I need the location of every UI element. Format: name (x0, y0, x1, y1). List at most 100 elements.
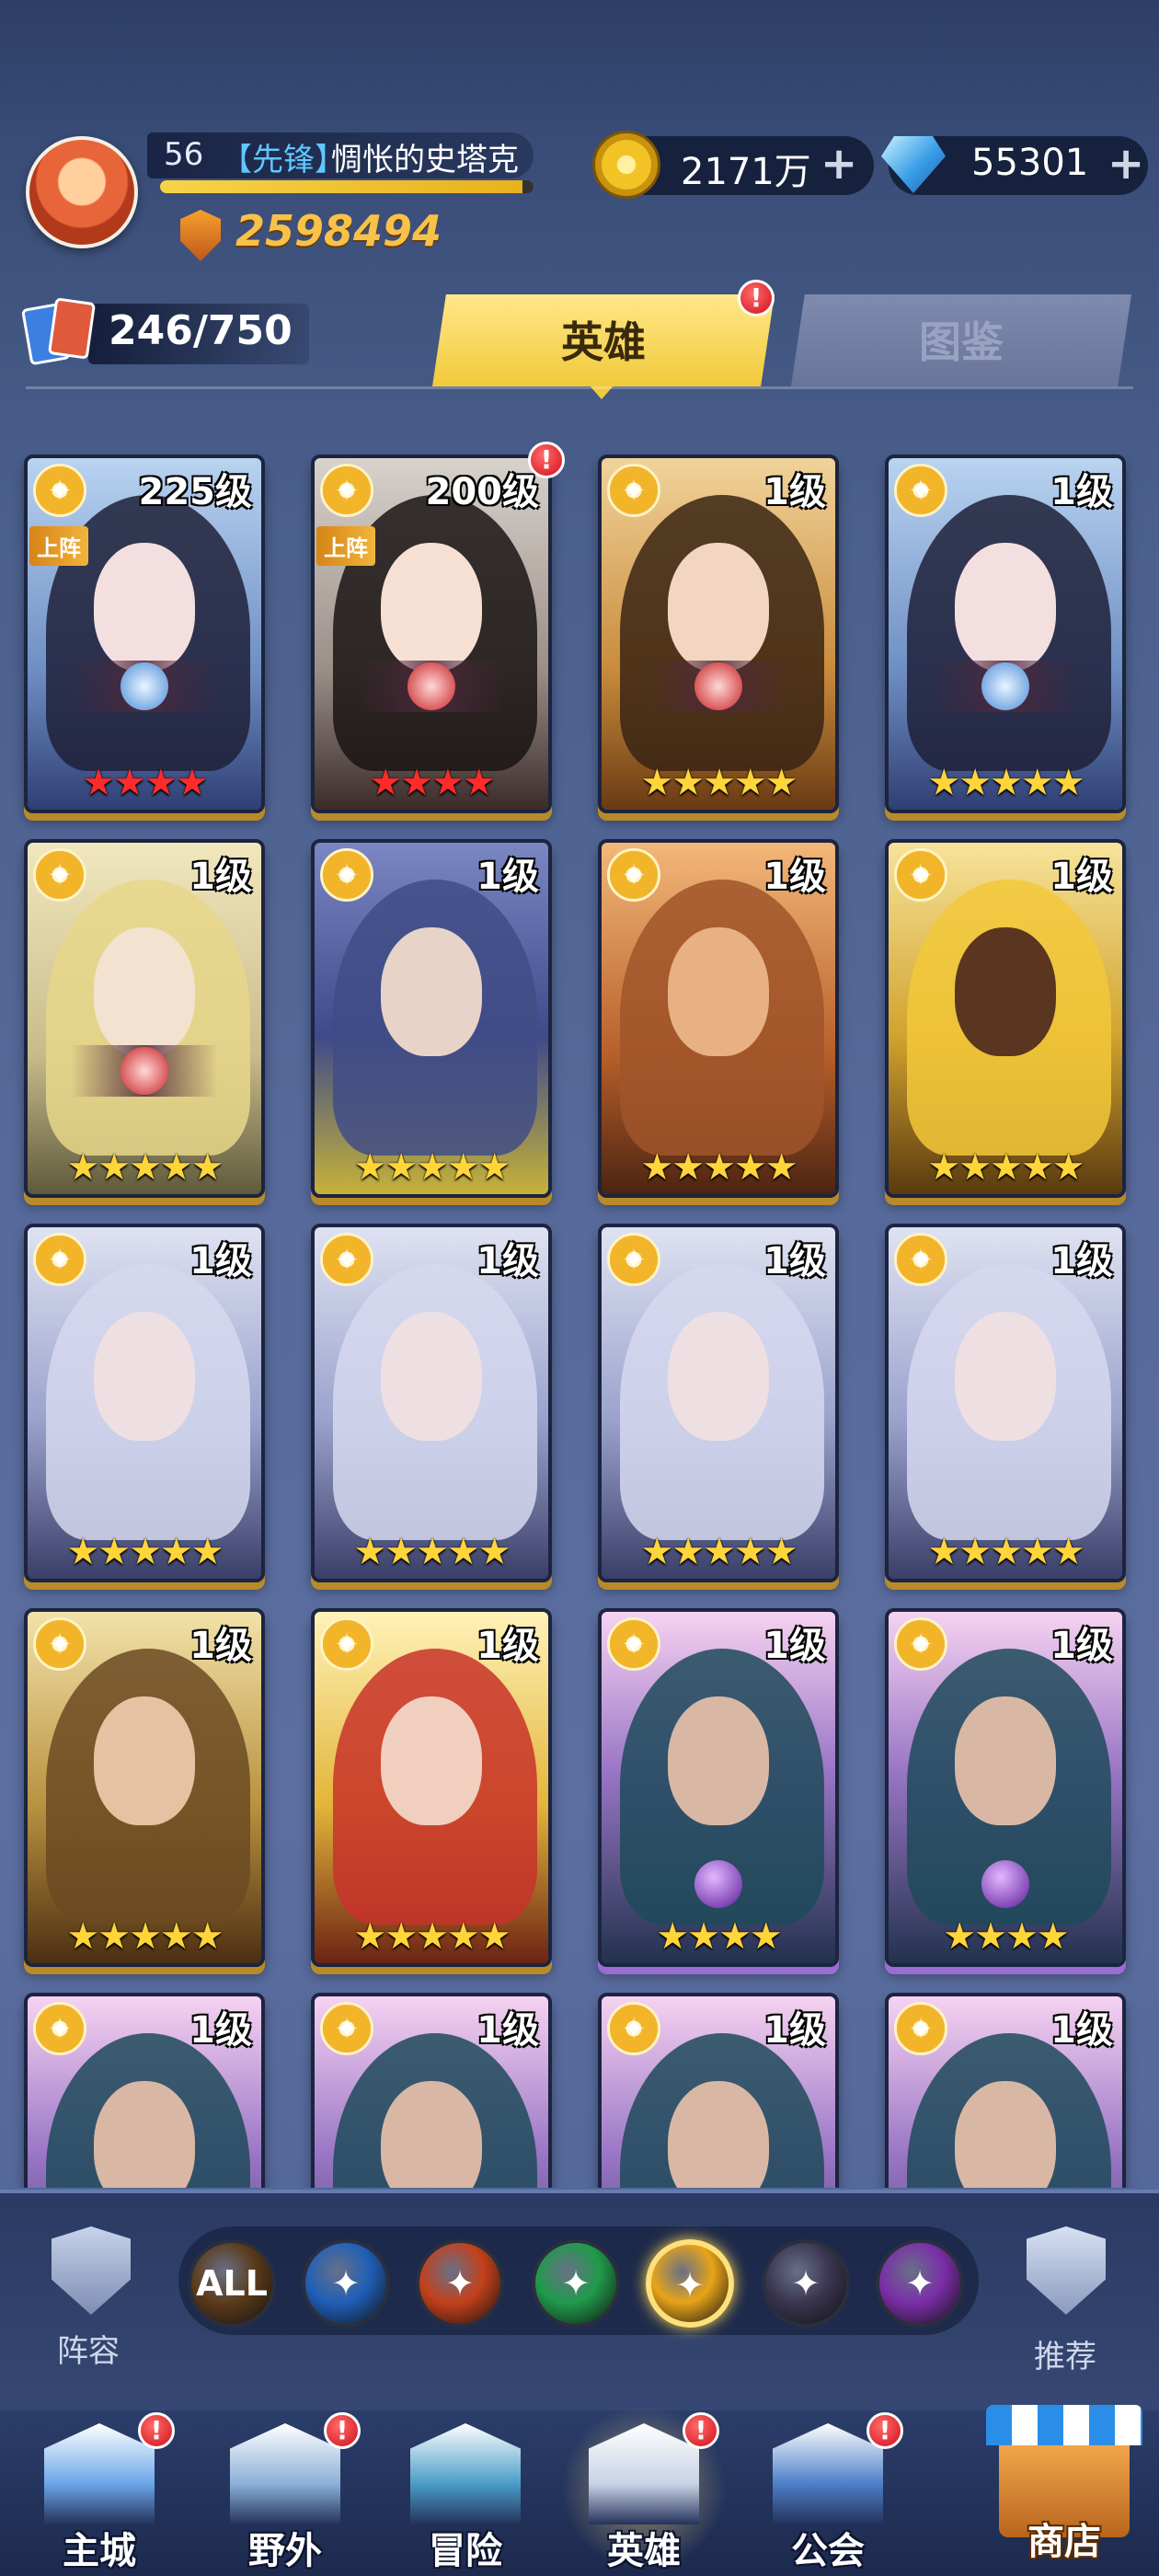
hero-card[interactable]: 1级★★★★ (885, 1993, 1126, 2188)
hero-card[interactable]: 1级 ★★★★ (885, 1608, 1126, 1967)
gold-amount: 2171万 (681, 151, 811, 193)
gem-amount: 55301 (971, 142, 1089, 184)
hero-level: 1级 (1050, 471, 1113, 513)
hero-stars: ★★★★ (943, 1915, 1069, 1958)
hero-stars: ★★★★★ (927, 1146, 1084, 1189)
hero-card[interactable]: 1级 ★★★★★ (598, 1224, 839, 1582)
hero-stars: ★★★★★ (66, 1915, 224, 1958)
shop-label: 商店 (1027, 2521, 1101, 2563)
combat-power-value: 2598494 (235, 206, 442, 256)
exp-fill (160, 180, 522, 193)
hero-count: 246/750 (109, 307, 293, 354)
hero-stars: ★★★★★ (927, 1531, 1084, 1573)
nav-hero-helmet[interactable]: 英雄! (552, 2405, 736, 2576)
nav-castle[interactable]: 主城! (7, 2405, 191, 2576)
lineup-label: 阵容 (57, 2333, 120, 2370)
hero-card[interactable]: 1级 ★★★★★ (885, 839, 1126, 1198)
hero-stars: ★★★★★ (927, 762, 1084, 804)
guild-banner-icon (773, 2423, 883, 2524)
light-element-icon (33, 2002, 86, 2055)
light-element-icon[interactable]: ✦ (646, 2239, 734, 2328)
hero-card[interactable]: 1级 ★★★★★ (24, 1608, 265, 1967)
hero-card[interactable]: 1级 ★★★★★ (311, 1608, 552, 1967)
hero-level: 1级 (763, 471, 826, 513)
hero-level: 1级 (763, 1240, 826, 1282)
hero-card[interactable]: 1级★★★★ (598, 1993, 839, 2188)
light-element-icon (894, 2002, 947, 2055)
hero-card[interactable]: 1级 ★★★★★ (24, 839, 265, 1198)
water-element-icon[interactable]: ✦ (302, 2239, 390, 2328)
lineup-shield-icon (52, 2226, 131, 2315)
wind-element-icon[interactable]: ✦ (532, 2239, 620, 2328)
recommend-button[interactable] (1016, 2226, 1117, 2328)
hero-level: 1级 (189, 1240, 252, 1282)
hero-level: 1级 (1050, 2009, 1113, 2052)
light-element-icon (607, 1617, 660, 1671)
fire-element-icon[interactable]: ✦ (416, 2239, 504, 2328)
add-gem-button[interactable]: + (1107, 142, 1144, 186)
hero-stars: ★★★★★ (353, 1146, 511, 1189)
light-element-icon (33, 848, 86, 902)
thumbs-up-icon (1027, 2226, 1106, 2315)
nav-wilderness[interactable]: 野外! (193, 2405, 377, 2576)
tab-codex-label: 图鉴 (919, 317, 1004, 367)
hero-stars: ★★★★ (82, 762, 208, 804)
hero-level: 1级 (189, 856, 252, 898)
hero-card[interactable]: 1级 ★★★★★ (885, 1224, 1126, 1582)
hero-card[interactable]: 1级 ★★★★★ (24, 1224, 265, 1582)
arcane-element-icon[interactable]: ✦ (876, 2239, 964, 2328)
hero-level: 1级 (763, 856, 826, 898)
add-gold-button[interactable]: + (820, 142, 857, 186)
hero-level: 1级 (476, 2009, 539, 2052)
hero-level: 1级 (763, 2009, 826, 2052)
tab-heroes-alert-badge: ! (738, 280, 775, 316)
hero-level: 1级 (1050, 1625, 1113, 1667)
hero-stars: ★★★★★ (640, 1531, 798, 1573)
hero-card[interactable]: 1级★★★★ (598, 1608, 839, 1967)
light-element-icon (894, 464, 947, 517)
deployed-tag: 上阵 (29, 526, 88, 566)
light-element-icon (894, 848, 947, 902)
hero-card[interactable]: 1级★★★★ (311, 1993, 552, 2188)
hero-level: 1级 (1050, 856, 1113, 898)
light-element-icon (607, 464, 660, 517)
hero-card[interactable]: 1级 ★★★★★ (598, 454, 839, 813)
light-element-icon (894, 1233, 947, 1286)
hero-card[interactable]: 200级上阵 ★★★★ (311, 454, 552, 813)
hero-card[interactable]: 1级 ★★★★★ (598, 839, 839, 1198)
hero-stars: ★★★★★ (66, 1146, 224, 1189)
hero-level: 1级 (476, 856, 539, 898)
light-element-icon (607, 848, 660, 902)
player-name: 惆怅的史塔克 (331, 142, 519, 178)
nav-alert-badge: ! (683, 2412, 719, 2449)
hero-level: 1级 (476, 1240, 539, 1282)
hero-card[interactable]: 1级★★★★ (24, 1993, 265, 2188)
hero-card[interactable]: 1级 ★★★★★ (885, 454, 1126, 813)
hero-level: 1级 (1050, 1240, 1113, 1282)
hero-stars: ★★★★★ (353, 1915, 511, 1958)
tab-heroes-label: 英雄 (561, 317, 646, 367)
hero-card[interactable]: 1级 ★★★★★ (311, 839, 552, 1198)
hero-stars: ★★★★ (369, 762, 495, 804)
hero-card[interactable]: 225级上阵 ★★★★ (24, 454, 265, 813)
nav-guild-banner[interactable]: 公会! (736, 2405, 920, 2576)
player-avatar[interactable] (26, 136, 138, 248)
nav-label: 主城 (63, 2530, 136, 2572)
dark-element-icon[interactable]: ✦ (762, 2239, 850, 2328)
nav-label: 英雄 (607, 2530, 681, 2572)
recommend-label: 推荐 (1034, 2339, 1096, 2375)
header-divider (26, 386, 1133, 389)
hero-alert-badge: ! (528, 442, 565, 478)
nav-alert-badge: ! (866, 2412, 903, 2449)
light-element-icon (607, 2002, 660, 2055)
lineup-button[interactable] (40, 2226, 142, 2328)
light-element-icon (320, 2002, 373, 2055)
shop-awning-icon (986, 2405, 1142, 2445)
hero-level: 200级 (425, 471, 540, 513)
nav-adventure[interactable]: 冒险 (373, 2405, 557, 2576)
hero-stars: ★★★★★ (640, 762, 798, 804)
all-filter-icon[interactable]: ALL (188, 2239, 276, 2328)
hero-card[interactable]: 1级 ★★★★★ (311, 1224, 552, 1582)
shop-button[interactable]: 商店 (986, 2401, 1142, 2567)
adventure-icon (410, 2423, 521, 2524)
